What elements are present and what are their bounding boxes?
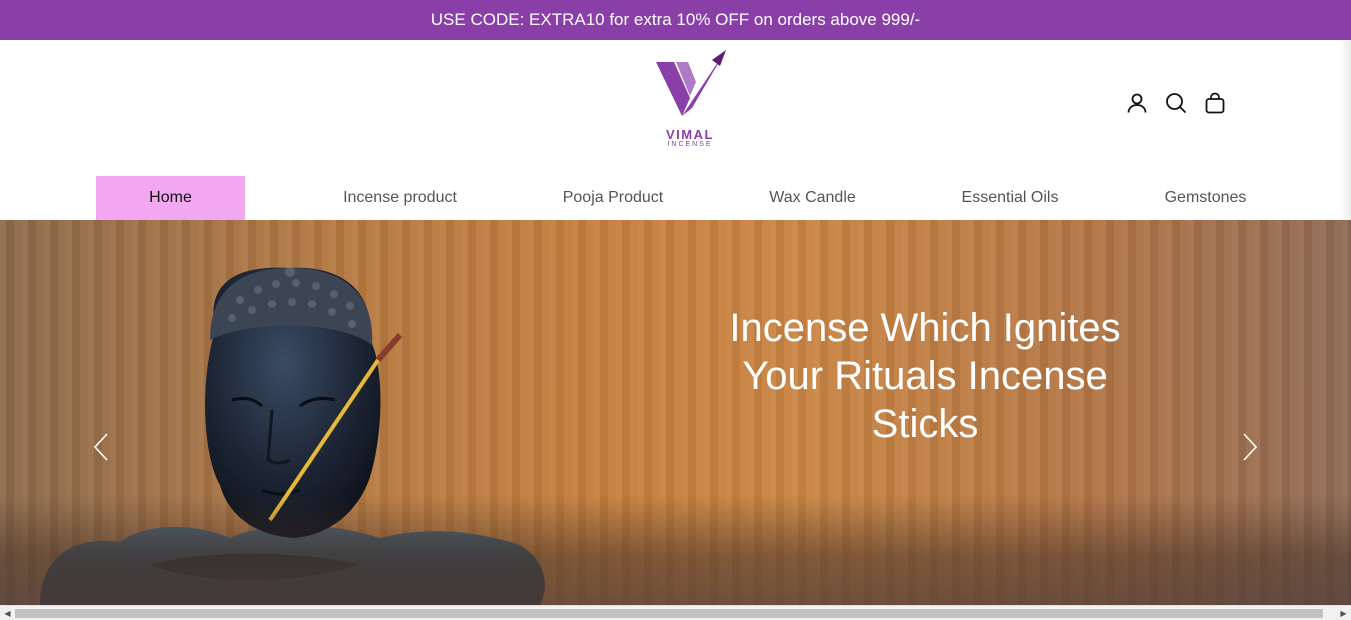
hero-title: Incense Which Ignites Your Rituals Incen… [729, 306, 1121, 446]
announcement-text: USE CODE: EXTRA10 for extra 10% OFF on o… [430, 10, 921, 29]
horizontal-scrollbar[interactable]: ◀ ▶ [0, 605, 1351, 620]
search-icon[interactable] [1165, 92, 1187, 114]
nav-item-incense-product[interactable]: Incense product [330, 176, 470, 220]
page-edge-shadow [1339, 40, 1351, 220]
scroll-right-icon[interactable]: ▶ [1338, 608, 1349, 619]
header-actions [1126, 92, 1226, 114]
main-nav: Home Incense product Pooja Product Wax C… [0, 176, 1351, 220]
hero-slider[interactable]: Incense Which Ignites Your Rituals Incen… [0, 220, 1351, 605]
nav-item-wax-candle[interactable]: Wax Candle [756, 176, 869, 220]
scrollbar-thumb[interactable] [15, 609, 1323, 618]
nav-item-essential-oils[interactable]: Essential Oils [950, 176, 1070, 220]
page: USE CODE: EXTRA10 for extra 10% OFF on o… [0, 0, 1351, 620]
brand-tagline: INCENSE [667, 141, 713, 148]
brand-name: VIMAL [666, 127, 714, 142]
chevron-right-icon[interactable] [1240, 432, 1260, 462]
scroll-left-icon[interactable]: ◀ [2, 608, 13, 619]
site-header: VIMAL INCENSE Home Incense product Pooja… [0, 40, 1351, 220]
chevron-left-icon[interactable] [91, 432, 111, 462]
account-icon[interactable] [1126, 92, 1148, 114]
nav-item-home[interactable]: Home [96, 176, 245, 220]
logo-v-mark-icon [656, 50, 726, 116]
nav-item-pooja-product[interactable]: Pooja Product [550, 176, 676, 220]
hero-shade [0, 495, 1351, 605]
nav-item-gemstones[interactable]: Gemstones [1152, 176, 1259, 220]
brand-logo[interactable]: VIMAL INCENSE [650, 50, 730, 150]
cart-icon[interactable] [1204, 92, 1226, 114]
announcement-bar: USE CODE: EXTRA10 for extra 10% OFF on o… [0, 0, 1351, 40]
